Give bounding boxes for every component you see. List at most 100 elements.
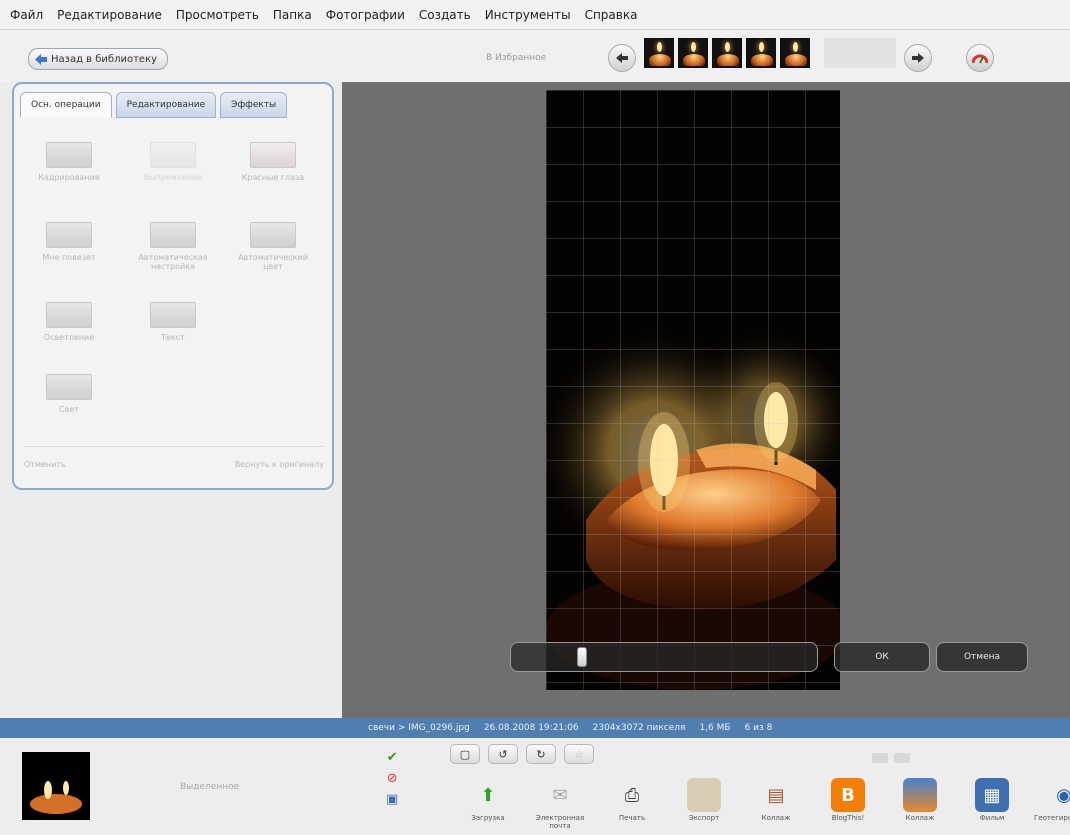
auto-contrast-tool[interactable]: Автоматическая настройка (128, 222, 218, 271)
print-action[interactable]: ⎙ Печать (602, 778, 662, 830)
revert-button[interactable]: Вернуть к оригиналу (235, 460, 324, 469)
tray-zoom-controls (872, 752, 1022, 764)
panel-footer: Отменить Вернуть к оригиналу (24, 460, 324, 469)
upload-action[interactable]: ⬆ Загрузка (458, 778, 518, 830)
menu-view[interactable]: Просмотреть (176, 8, 259, 22)
geotag-action[interactable]: ◉ Геотегирование (1034, 778, 1070, 830)
blogger-icon: B (831, 778, 865, 812)
undo-button[interactable]: Отменить (24, 460, 66, 469)
filmstrip-thumbnail[interactable] (746, 38, 776, 68)
status-datetime: 26.08.2008 19:21:06 (483, 723, 579, 733)
arrow-left-icon (35, 54, 47, 65)
menu-bar: Файл Редактирование Просмотреть Папка Фо… (0, 0, 1070, 30)
previous-photo-button[interactable] (608, 44, 636, 72)
tray-actions: ⬆ Загрузка ✉ Электронная почта ⎙ Печать … (458, 778, 1070, 830)
upload-label: Загрузка (471, 814, 505, 822)
auto-color-icon (250, 222, 296, 248)
movie-action[interactable]: ▦ Фильм (962, 778, 1022, 830)
photo-preview[interactable] (546, 90, 840, 690)
tray-thumbnail[interactable] (22, 752, 90, 820)
edit-panel-box: Осн. операции Редактирование Эффекты Кад… (12, 82, 334, 490)
edit-panel: Осн. операции Редактирование Эффекты Кад… (0, 82, 342, 718)
filmstrip-thumbnail[interactable] (644, 38, 674, 68)
menu-folder[interactable]: Папка (273, 8, 312, 22)
favorite-label[interactable]: В Избранное (486, 53, 546, 63)
back-to-library-button[interactable]: Назад в библиотеку (28, 48, 169, 70)
email-icon: ✉ (552, 784, 568, 806)
globe-icon: ◉ (1056, 784, 1070, 806)
zoom-icon[interactable] (872, 753, 888, 763)
collage-action[interactable]: ▤ Коллаж (746, 778, 806, 830)
ok-button[interactable]: ОК (834, 642, 930, 672)
auto-color-tool[interactable]: Автоматический цвет (228, 222, 318, 271)
im-feeling-lucky-tool[interactable]: Мне повезёт (24, 222, 114, 262)
tab-basic-fixes[interactable]: Осн. операции (20, 92, 112, 118)
star-button[interactable]: ☆ (564, 744, 594, 764)
tray-side-tools: ✔ ⊘ ▣ (386, 750, 398, 807)
cancel-button[interactable]: Отмена (936, 642, 1028, 672)
slider-handle[interactable] (577, 647, 587, 667)
collage-label: Коллаж (761, 814, 791, 822)
tray-thumbnail-image (22, 752, 90, 820)
filmstrip-thumbnail[interactable] (780, 38, 810, 68)
fill-light-tool-label: Осветление (43, 333, 95, 342)
folder-menu-icon[interactable]: ▣ (386, 792, 398, 807)
photo-canvas: ОК Отмена (342, 82, 1070, 718)
slideshow-button[interactable] (966, 44, 994, 72)
candles-photo (546, 90, 840, 690)
red-eye-tool-label: Красные глаза (241, 173, 305, 182)
tab-tuning[interactable]: Редактирование (115, 92, 217, 118)
blogger-action[interactable]: B BlogThis! (818, 778, 878, 830)
edit-tabs: Осн. операции Редактирование Эффекты (20, 92, 288, 118)
status-dimensions: 2304x3072 пикселя (592, 723, 686, 733)
picture-collage-action[interactable]: Коллаж (890, 778, 950, 830)
fill-light-icon (46, 302, 92, 328)
menu-tools[interactable]: Инструменты (485, 8, 571, 22)
export-action[interactable]: Экспорт (674, 778, 734, 830)
view-toggle-button[interactable]: ▢ (450, 744, 480, 764)
export-label: Экспорт (688, 814, 720, 822)
blogger-label: BlogThis! (831, 814, 865, 822)
menu-help[interactable]: Справка (585, 8, 638, 22)
light-tool[interactable]: Свет (24, 374, 114, 414)
picture-collage-icon (903, 778, 937, 812)
size-icon[interactable] (894, 753, 910, 763)
collage-icon: ▤ (767, 784, 785, 806)
print-label: Печать (618, 814, 646, 822)
menu-create[interactable]: Создать (419, 8, 471, 22)
email-label: Электронная почта (535, 814, 585, 830)
menu-file[interactable]: Файл (10, 8, 43, 22)
menu-photos[interactable]: Фотографии (326, 8, 405, 22)
photo-tray: Выделенное ✔ ⊘ ▣ ▢ ↺ ↻ ☆ ⬆ Загрузка ✉ Эл… (0, 738, 1070, 835)
rotate-right-button[interactable]: ↻ (526, 744, 556, 764)
straighten-tool[interactable]: Выпрямление (128, 142, 218, 182)
pin-icon[interactable]: ✔ (387, 750, 398, 765)
crop-icon (46, 142, 92, 168)
menu-edit[interactable]: Редактирование (57, 8, 162, 22)
auto-contrast-icon (150, 222, 196, 248)
next-photo-button[interactable] (904, 44, 932, 72)
tray-mini-buttons: ▢ ↺ ↻ ☆ (450, 744, 594, 764)
crop-tool[interactable]: Кадрирование (24, 142, 114, 182)
geotag-label: Геотегирование (1034, 814, 1070, 822)
light-tool-label: Свет (59, 405, 79, 414)
clear-icon[interactable]: ⊘ (387, 771, 398, 786)
tab-effects[interactable]: Эффекты (220, 92, 288, 118)
light-icon (46, 374, 92, 400)
lucky-icon (46, 222, 92, 248)
text-tool[interactable]: Текст (128, 302, 218, 342)
email-action[interactable]: ✉ Электронная почта (530, 778, 590, 831)
upload-icon: ⬆ (480, 784, 496, 806)
filmstrip-thumbnail[interactable] (712, 38, 742, 68)
gauge-icon (972, 54, 988, 64)
crop-tool-label: Кадрирование (38, 173, 100, 182)
auto-contrast-tool-label: Автоматическая настройка (138, 253, 208, 271)
red-eye-tool[interactable]: Красные глаза (228, 142, 318, 182)
filmstrip-empty-area (824, 38, 896, 68)
status-bar: свечи > IMG_0296.jpg 26.08.2008 19:21:06… (0, 718, 1070, 738)
status-counter: 6 из 8 (744, 723, 773, 733)
straighten-slider[interactable] (510, 642, 818, 672)
filmstrip-thumbnail[interactable] (678, 38, 708, 68)
fill-light-tool[interactable]: Осветление (24, 302, 114, 342)
rotate-left-button[interactable]: ↺ (488, 744, 518, 764)
